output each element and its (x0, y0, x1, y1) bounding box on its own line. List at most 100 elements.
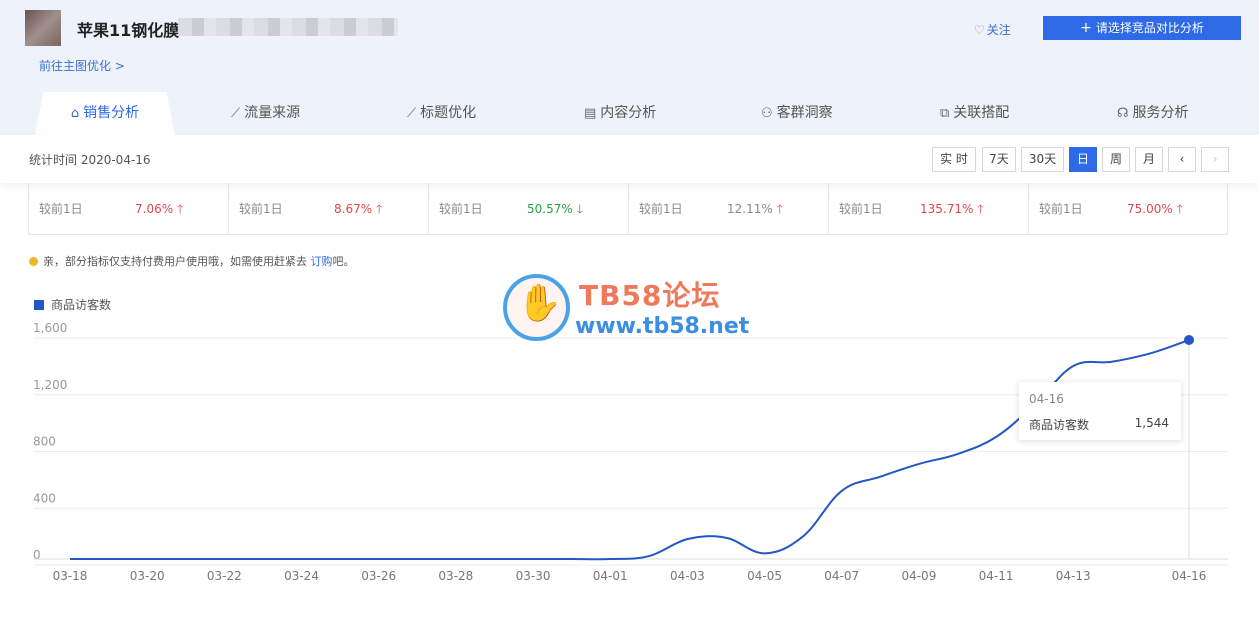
tab-traffic-source[interactable]: ⟋ 流量来源 (231, 92, 300, 135)
metric-value: 75.00% 🡑 (1127, 202, 1183, 216)
x-tick-label: 04-07 (824, 569, 859, 583)
tab-bundle-matching[interactable]: ⧉ 关联搭配 (940, 92, 1009, 135)
tab-label: 销售分析 (83, 105, 140, 121)
x-tick-label: 04-05 (747, 569, 782, 583)
tab-label: 内容分析 (600, 105, 657, 121)
tooltip-value: 1,544 (1134, 416, 1169, 430)
watermark: ✋ TB58论坛 www.tb58.net (503, 274, 763, 344)
tab-label: 客群洞察 (776, 105, 833, 121)
notice: 亲，部分指标仅支持付费用户使用哦，如需使用赶紧去 订购吧。 (29, 253, 355, 269)
tab-label: 流量来源 (244, 105, 301, 121)
30day-button[interactable]: 30天 (1021, 147, 1064, 172)
tab-bar: ⌂ 销售分析 ⟋ 流量来源 ⟋ 标题优化 ▤ 内容分析 ⚇ 客群洞察 ⧉ 关联搭配 ☊ 服务分… (0, 92, 1259, 135)
month-button[interactable]: 月 (1135, 147, 1163, 172)
metric-value: 8.67% 🡑 (334, 202, 383, 216)
hand-icon: ✋ (517, 283, 562, 324)
time-toolbar: 统计时间 2020-04-16 实 时 7天 30天 日 周 月 ‹ › (0, 135, 1259, 183)
x-tick-label: 03-20 (130, 569, 165, 583)
y-tick-label: 1,600 (33, 321, 67, 335)
compare-label: 请选择竞品对比分析 (1095, 21, 1204, 35)
notice-text: 亲，部分指标仅支持付费用户使用哦，如需使用赶紧去 (43, 255, 311, 268)
users-icon: ⚇ (761, 106, 773, 121)
7day-button[interactable]: 7天 (982, 147, 1016, 172)
metric-value: 12.11% 🡑 (727, 202, 783, 216)
y-tick-label: 0 (33, 548, 41, 562)
main-image-link[interactable]: 前往主图优化 > (39, 57, 125, 74)
x-tick-label: 03-18 (53, 569, 88, 583)
bag-icon: ⌂ (70, 106, 80, 121)
metric-label: 较前1日 (639, 202, 683, 216)
product-title: 苹果11钢化膜 (77, 21, 180, 40)
x-tick-label: 04-03 (670, 569, 705, 583)
metric-label: 较前1日 (839, 202, 883, 216)
metric-value: 7.06% 🡑 (135, 202, 184, 216)
watermark-title: TB58论坛 (579, 279, 721, 312)
tab-content-analysis[interactable]: ▤ 内容分析 (584, 92, 656, 135)
metric-value: 50.57% 🡓 (527, 202, 583, 216)
prev-button[interactable]: ‹ (1168, 147, 1196, 172)
x-tick-label: 04-13 (1056, 569, 1091, 583)
plus-icon: + (1080, 20, 1092, 36)
tab-audience-insight[interactable]: ⚇ 客群洞察 (761, 92, 833, 135)
arrow-up-icon: 🡑 (375, 202, 383, 216)
metric-cell: 较前1日 12.11% 🡑 (629, 183, 829, 234)
document-icon: ▤ (584, 106, 597, 121)
x-tick-label: 04-11 (979, 569, 1014, 583)
trend-icon: ⟋ (407, 106, 417, 121)
follow-label: 关注 (986, 23, 1011, 37)
x-tick-label: 03-22 (207, 569, 242, 583)
blurred-title-text (178, 18, 398, 36)
y-tick-label: 800 (33, 435, 56, 449)
watermark-url: www.tb58.net (575, 314, 750, 339)
x-tick-label: 04-01 (593, 569, 628, 583)
y-tick-label: 400 (33, 491, 56, 505)
metric-cell: 较前1日 8.67% 🡑 (229, 183, 429, 234)
metric-label: 较前1日 (1039, 202, 1083, 216)
tab-sales-analysis[interactable]: ⌂ 销售分析 (35, 92, 175, 135)
link-icon: ⧉ (940, 106, 950, 121)
tab-label: 服务分析 (1132, 105, 1189, 121)
stat-time: 统计时间 2020-04-16 (29, 153, 151, 167)
visitors-line-chart: 0 400 800 1,200 1,600 03-18 03-20 03-22 03-24 03-… (33, 321, 1228, 583)
day-button[interactable]: 日 (1069, 147, 1097, 172)
warning-icon (29, 257, 38, 266)
metric-label: 较前1日 (39, 202, 83, 216)
next-button[interactable]: › (1201, 147, 1229, 172)
x-tick-label: 03-28 (438, 569, 473, 583)
arrow-up-icon: 🡑 (1176, 202, 1183, 216)
metric-cell: 较前1日 135.71% 🡑 (829, 183, 1029, 234)
line-chart-icon: ⟋ (231, 106, 241, 121)
tab-service-analysis[interactable]: ☊ 服务分析 (1117, 92, 1189, 135)
tooltip-date: 04-16 (1029, 392, 1064, 406)
legend-swatch (34, 300, 44, 310)
arrow-up-icon: 🡑 (176, 202, 184, 216)
y-tick-label: 1,200 (33, 378, 67, 392)
metrics-row: 较前1日 7.06% 🡑 较前1日 8.67% 🡑 较前1日 50.57% 🡓 … (28, 183, 1228, 235)
tab-title-optimization[interactable]: ⟋ 标题优化 (407, 92, 476, 135)
chevron-right-icon: › (1212, 152, 1218, 166)
notice-text-end: 吧。 (332, 255, 355, 268)
tab-label: 关联搭配 (953, 105, 1010, 121)
metric-cell: 较前1日 7.06% 🡑 (29, 183, 229, 234)
compare-competitor-button[interactable]: + 请选择竞品对比分析 (1043, 16, 1241, 40)
arrow-down-icon: 🡓 (576, 202, 583, 216)
subscribe-link[interactable]: 订购 (311, 255, 333, 268)
x-tick-label: 03-24 (284, 569, 319, 583)
x-tick-label: 03-30 (516, 569, 551, 583)
realtime-button[interactable]: 实 时 (932, 147, 976, 172)
x-tick-label: 04-09 (901, 569, 936, 583)
arrow-up-icon: 🡑 (776, 202, 783, 216)
header: 苹果11钢化膜 前往主图优化 > ♡ 关注 + 请选择竞品对比分析 ⌂ 销售分析 ⟋ 流… (0, 0, 1259, 135)
tab-label: 标题优化 (420, 105, 477, 121)
chevron-left-icon: ‹ (1179, 152, 1185, 166)
metric-cell: 较前1日 75.00% 🡑 (1029, 183, 1229, 234)
heart-icon: ♡ (974, 23, 985, 37)
follow-button[interactable]: ♡ 关注 (974, 21, 1011, 38)
series-line (70, 338, 1190, 561)
data-point (1184, 334, 1194, 345)
week-button[interactable]: 周 (1102, 147, 1130, 172)
metric-label: 较前1日 (439, 202, 483, 216)
arrow-up-icon: 🡑 (977, 202, 984, 216)
tooltip-series-name: 商品访客数 (1029, 418, 1090, 432)
product-thumbnail[interactable] (25, 10, 61, 46)
